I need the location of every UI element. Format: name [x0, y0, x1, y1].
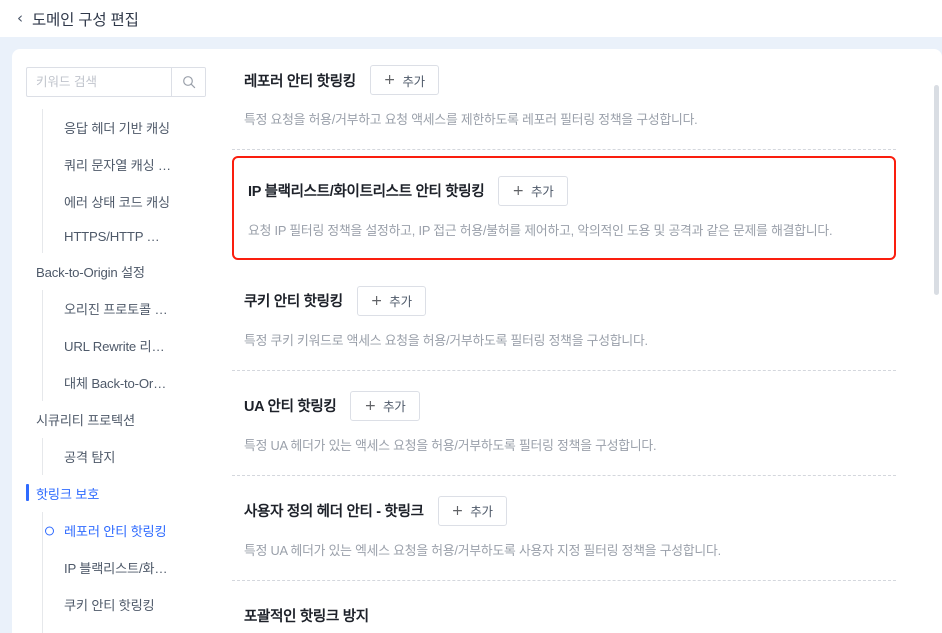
sidebar-item-label: URL Rewrite 리… [64, 339, 164, 354]
sidebar-item-label: HTTPS/HTTP … [64, 229, 160, 244]
sidebar-item-label: 쿼리 문자열 캐싱 … [64, 158, 171, 173]
add-button[interactable]: + 추가 [498, 176, 567, 206]
plus-icon: + [384, 73, 396, 87]
app-header: ‹ 도메인 구성 편집 [0, 0, 942, 37]
hotlink-sections-list: 레포러 안티 핫링킹+추가특정 요청을 허용/거부하고 요청 액세스를 제한하도… [220, 49, 942, 633]
sidebar-item[interactable]: 에러 상태 코드 캐싱 [12, 183, 220, 220]
sidebar-item[interactable]: 오리진 프로토콜 … [12, 290, 220, 327]
section-header: UA 안티 핫링킹 + 추가 [244, 389, 896, 423]
sidebar-item[interactable]: 레포러 안티 핫링킹 [12, 512, 220, 549]
section-description: 특정 UA 헤더가 있는 액세스 요청을 허용/거부하도록 필터링 정책을 구성… [244, 437, 896, 455]
section-description: 특정 UA 헤더가 있는 엑세스 요청을 허용/거부하도록 사용자 지정 필터링… [244, 542, 896, 560]
add-button-label: 추가 [402, 71, 425, 90]
sidebar-group-3[interactable]: 핫링크 보호 [12, 475, 220, 512]
page-body: 응답 헤더 기반 캐싱쿼리 문자열 캐싱 … 에러 상태 코드 캐싱 HTTPS/H… [0, 37, 942, 633]
sidebar-item[interactable]: IP 블랙리스트/화… [12, 549, 220, 586]
add-button-label: 추가 [383, 396, 406, 415]
sidebar-item-label: 레포러 안티 핫링킹 [64, 524, 166, 539]
add-button[interactable]: + 추가 [370, 65, 439, 95]
plus-icon: + [452, 504, 464, 518]
main-panel: 레포러 안티 핫링킹+추가특정 요청을 허용/거부하고 요청 액세스를 제한하도… [220, 49, 942, 633]
sidebar-item-label: 응답 헤더 기반 캐싱 [64, 121, 170, 136]
page-title[interactable]: 도메인 구성 편집 [32, 8, 139, 30]
sidebar-item[interactable]: 쿠키 안티 핫링킹 [12, 586, 220, 623]
section-highlighted: IP 블랙리스트/화이트리스트 안티 핫링킹 + 추가요청 IP 필터링 정책을 설… [232, 156, 896, 260]
sidebar-item[interactable]: HTTPS/HTTP … [12, 220, 220, 253]
sidebar-group-items-0: 응답 헤더 기반 캐싱쿼리 문자열 캐싱 … 에러 상태 코드 캐싱 HTTPS/H… [12, 109, 220, 253]
section-title: 레포러 안티 핫링킹 [244, 70, 356, 91]
add-button[interactable]: + 추가 [438, 496, 507, 526]
sidebar-item-label: 공격 탐지 [64, 450, 115, 465]
chevron-left-icon[interactable]: ‹ [12, 11, 28, 27]
plus-icon: + [512, 184, 524, 198]
section-header: IP 블랙리스트/화이트리스트 안티 핫링킹 + 추가 [248, 174, 894, 208]
content-layout: 응답 헤더 기반 캐싱쿼리 문자열 캐싱 … 에러 상태 코드 캐싱 HTTPS/H… [12, 49, 942, 633]
section: 레포러 안티 핫링킹 + 추가특정 요청을 허용/거부하고 요청 액세스를 제한하도… [232, 49, 896, 150]
sidebar-item[interactable]: 공격 탐지 [12, 438, 220, 475]
section: 포괄적인 핫링크 방지 [232, 581, 896, 633]
sidebar-item-label: IP 블랙리스트/화… [64, 561, 167, 576]
sidebar-group-items-3: 레포러 안티 핫링킹IP 블랙리스트/화…쿠키 안티 핫링킹UA 안티 핫링킹사… [12, 512, 220, 633]
section-title: IP 블랙리스트/화이트리스트 안티 핫링킹 [248, 180, 484, 201]
add-button-label: 추가 [470, 501, 493, 520]
sidebar-item[interactable]: 대체 Back-to-Or… [12, 364, 220, 401]
section: UA 안티 핫링킹 + 추가특정 UA 헤더가 있는 액세스 요청을 허용/거부하도… [232, 371, 896, 476]
search-icon [182, 75, 196, 89]
main-scrollbar-thumb[interactable] [934, 85, 939, 295]
add-button[interactable]: + 추가 [357, 286, 426, 316]
section: 사용자 정의 헤더 안티 - 핫링크 + 추가특정 UA 헤더가 있는 엑세스 요청… [232, 476, 896, 581]
section-description: 특정 쿠키 키워드로 액세스 요청을 허용/거부하도록 필터링 정책을 구성합니… [244, 332, 896, 350]
section-header: 포괄적인 핫링크 방지 [244, 599, 896, 633]
sidebar-item[interactable]: UA 안티 핫링킹 [12, 623, 220, 633]
section: 쿠키 안티 핫링킹 + 추가특정 쿠키 키워드로 액세스 요청을 허용/거부하도록 … [232, 266, 896, 371]
sidebar-nav: 응답 헤더 기반 캐싱쿼리 문자열 캐싱 … 에러 상태 코드 캐싱 HTTPS/H… [12, 105, 220, 633]
plus-icon: + [364, 399, 376, 413]
plus-icon: + [371, 294, 383, 308]
sidebar-group-2[interactable]: 시큐리티 프로텍션 [12, 401, 220, 438]
add-button-label: 추가 [389, 291, 412, 310]
section-header: 쿠키 안티 핫링킹 + 추가 [244, 284, 896, 318]
search-input[interactable] [27, 68, 171, 96]
active-indicator-icon [45, 526, 54, 535]
section-title: UA 안티 핫링킹 [244, 395, 336, 416]
section-title: 사용자 정의 헤더 안티 - 핫링크 [244, 500, 424, 521]
section-description: 요청 IP 필터링 정책을 설정하고, IP 접근 허용/불허를 제어하고, 악… [248, 222, 894, 240]
section-header: 사용자 정의 헤더 안티 - 핫링크 + 추가 [244, 494, 896, 528]
add-button[interactable]: + 추가 [350, 391, 419, 421]
section-title: 포괄적인 핫링크 방지 [244, 605, 369, 626]
sidebar-group-1[interactable]: Back-to-Origin 설정 [12, 253, 220, 290]
sidebar-item[interactable]: URL Rewrite 리… [12, 327, 220, 364]
sidebar-search[interactable] [26, 67, 206, 97]
sidebar-item-label: 대체 Back-to-Or… [64, 376, 166, 391]
search-button[interactable] [171, 68, 205, 96]
sidebar: 응답 헤더 기반 캐싱쿼리 문자열 캐싱 … 에러 상태 코드 캐싱 HTTPS/H… [12, 49, 220, 633]
sidebar-group-items-2: 공격 탐지 [12, 438, 220, 475]
section-description: 특정 요청을 허용/거부하고 요청 액세스를 제한하도록 레포러 필터링 정책을… [244, 111, 896, 129]
sidebar-item-label: 쿠키 안티 핫링킹 [64, 598, 154, 613]
sidebar-item-label: 오리진 프로토콜 … [64, 302, 167, 317]
add-button-label: 추가 [531, 181, 554, 200]
sidebar-item-label: 에러 상태 코드 캐싱 [64, 195, 170, 210]
sidebar-group-items-1: 오리진 프로토콜 … URL Rewrite 리… 대체 Back-to-Or… [12, 290, 220, 401]
section-header: 레포러 안티 핫링킹 + 추가 [244, 63, 896, 97]
sidebar-item[interactable]: 쿼리 문자열 캐싱 … [12, 146, 220, 183]
section-title: 쿠키 안티 핫링킹 [244, 290, 343, 311]
sidebar-item[interactable]: 응답 헤더 기반 캐싱 [12, 109, 220, 146]
